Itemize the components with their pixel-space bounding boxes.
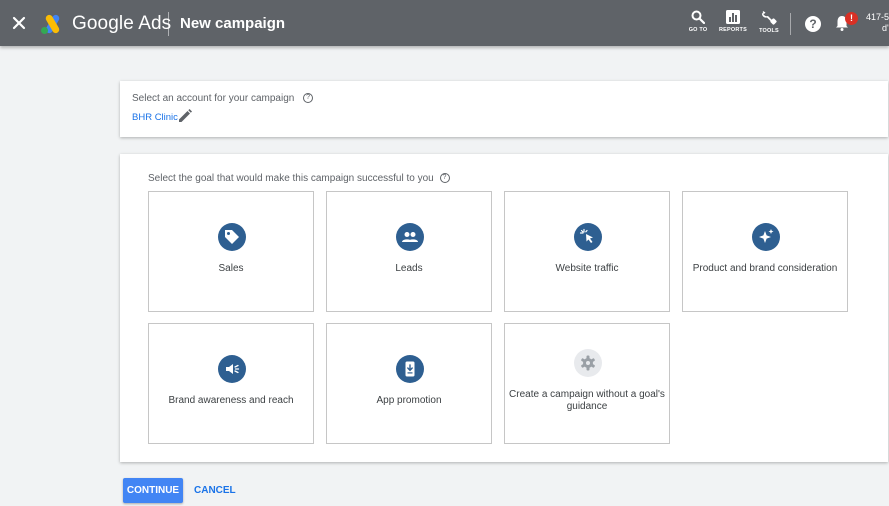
account-selection-card: Select an account for your campaign ? BH… [120,81,888,137]
goal-label: Website traffic [555,263,619,274]
goal-icon-circle [574,349,602,377]
google-ads-logo-icon [41,14,60,34]
goto-label: GO TO [688,27,708,33]
brand-name: Google Ads [72,13,172,34]
speaker-icon [226,364,240,374]
wrench-icon [761,11,777,25]
goal-tile-product-brand-consideration[interactable]: Product and brand consideration [682,191,848,312]
goal-icon-circle [574,223,602,251]
help-circle-icon[interactable]: ? [439,173,450,184]
edit-pencil-icon[interactable] [178,109,192,123]
goal-icon-circle [218,355,246,383]
goal-tile-app-promotion[interactable]: App promotion [326,323,492,444]
continue-button[interactable]: CONTINUE [123,478,183,503]
phone-download-icon [405,361,415,377]
goal-selection-card: Select the goal that would make this cam… [120,154,888,462]
goal-prompt-text: Select the goal that would make this cam… [148,173,434,184]
goto-button[interactable]: GO TO [680,10,716,33]
goal-tile-brand-awareness-reach[interactable]: Brand awareness and reach [148,323,314,444]
notification-badge: ! [845,12,858,25]
goal-label: App promotion [376,395,442,406]
account-selection-text: Select an account for your campaign [132,93,295,104]
sparkle-icon [759,229,774,243]
page-title: New campaign [180,15,286,32]
tag-icon [225,230,239,244]
reports-label: REPORTS [719,27,747,33]
reports-icon [726,10,740,24]
goal-label: Brand awareness and reach [168,395,294,406]
tools-button[interactable]: TOOLS [751,10,787,34]
goal-tile-sales[interactable]: Sales [148,191,314,312]
help-circle-icon[interactable]: ? [303,93,314,104]
cancel-button[interactable]: CANCEL [194,478,236,503]
help-icon[interactable]: ? [805,16,821,32]
goal-label: Sales [218,263,244,274]
goal-label: Create a campaign without a goal's guida… [509,389,665,412]
search-icon [691,10,705,24]
goal-label: Product and brand consideration [692,263,838,274]
goal-prompt: Select the goal that would make this cam… [148,173,450,184]
goal-label: Leads [395,263,423,274]
goal-icon-circle [396,223,424,251]
goal-icon-circle [752,223,780,251]
account-selection-label: Select an account for your campaign ? [132,93,314,104]
goal-tile-leads[interactable]: Leads [326,191,492,312]
top-bar: Google Ads New campaign GO TO REPORTS TO… [0,0,889,46]
gear-icon [581,355,595,371]
people-icon [402,232,418,242]
goal-tile-website-traffic[interactable]: Website traffic [504,191,670,312]
header-divider [168,12,169,36]
account-subtext: d' [882,23,889,33]
reports-button[interactable]: REPORTS [715,10,751,33]
account-name-link[interactable]: BHR Clinic [132,112,178,123]
tools-label: TOOLS [759,28,779,34]
toolbar-divider [790,13,791,35]
close-icon[interactable] [9,13,29,33]
account-id: 417-5 [866,12,889,22]
cursor-click-icon [579,228,593,243]
account-info[interactable]: 417-5 d' [866,12,889,34]
goal-icon-circle [396,355,424,383]
goal-icon-circle [218,223,246,251]
goal-tile-no-goal-guidance[interactable]: Create a campaign without a goal's guida… [504,323,670,444]
